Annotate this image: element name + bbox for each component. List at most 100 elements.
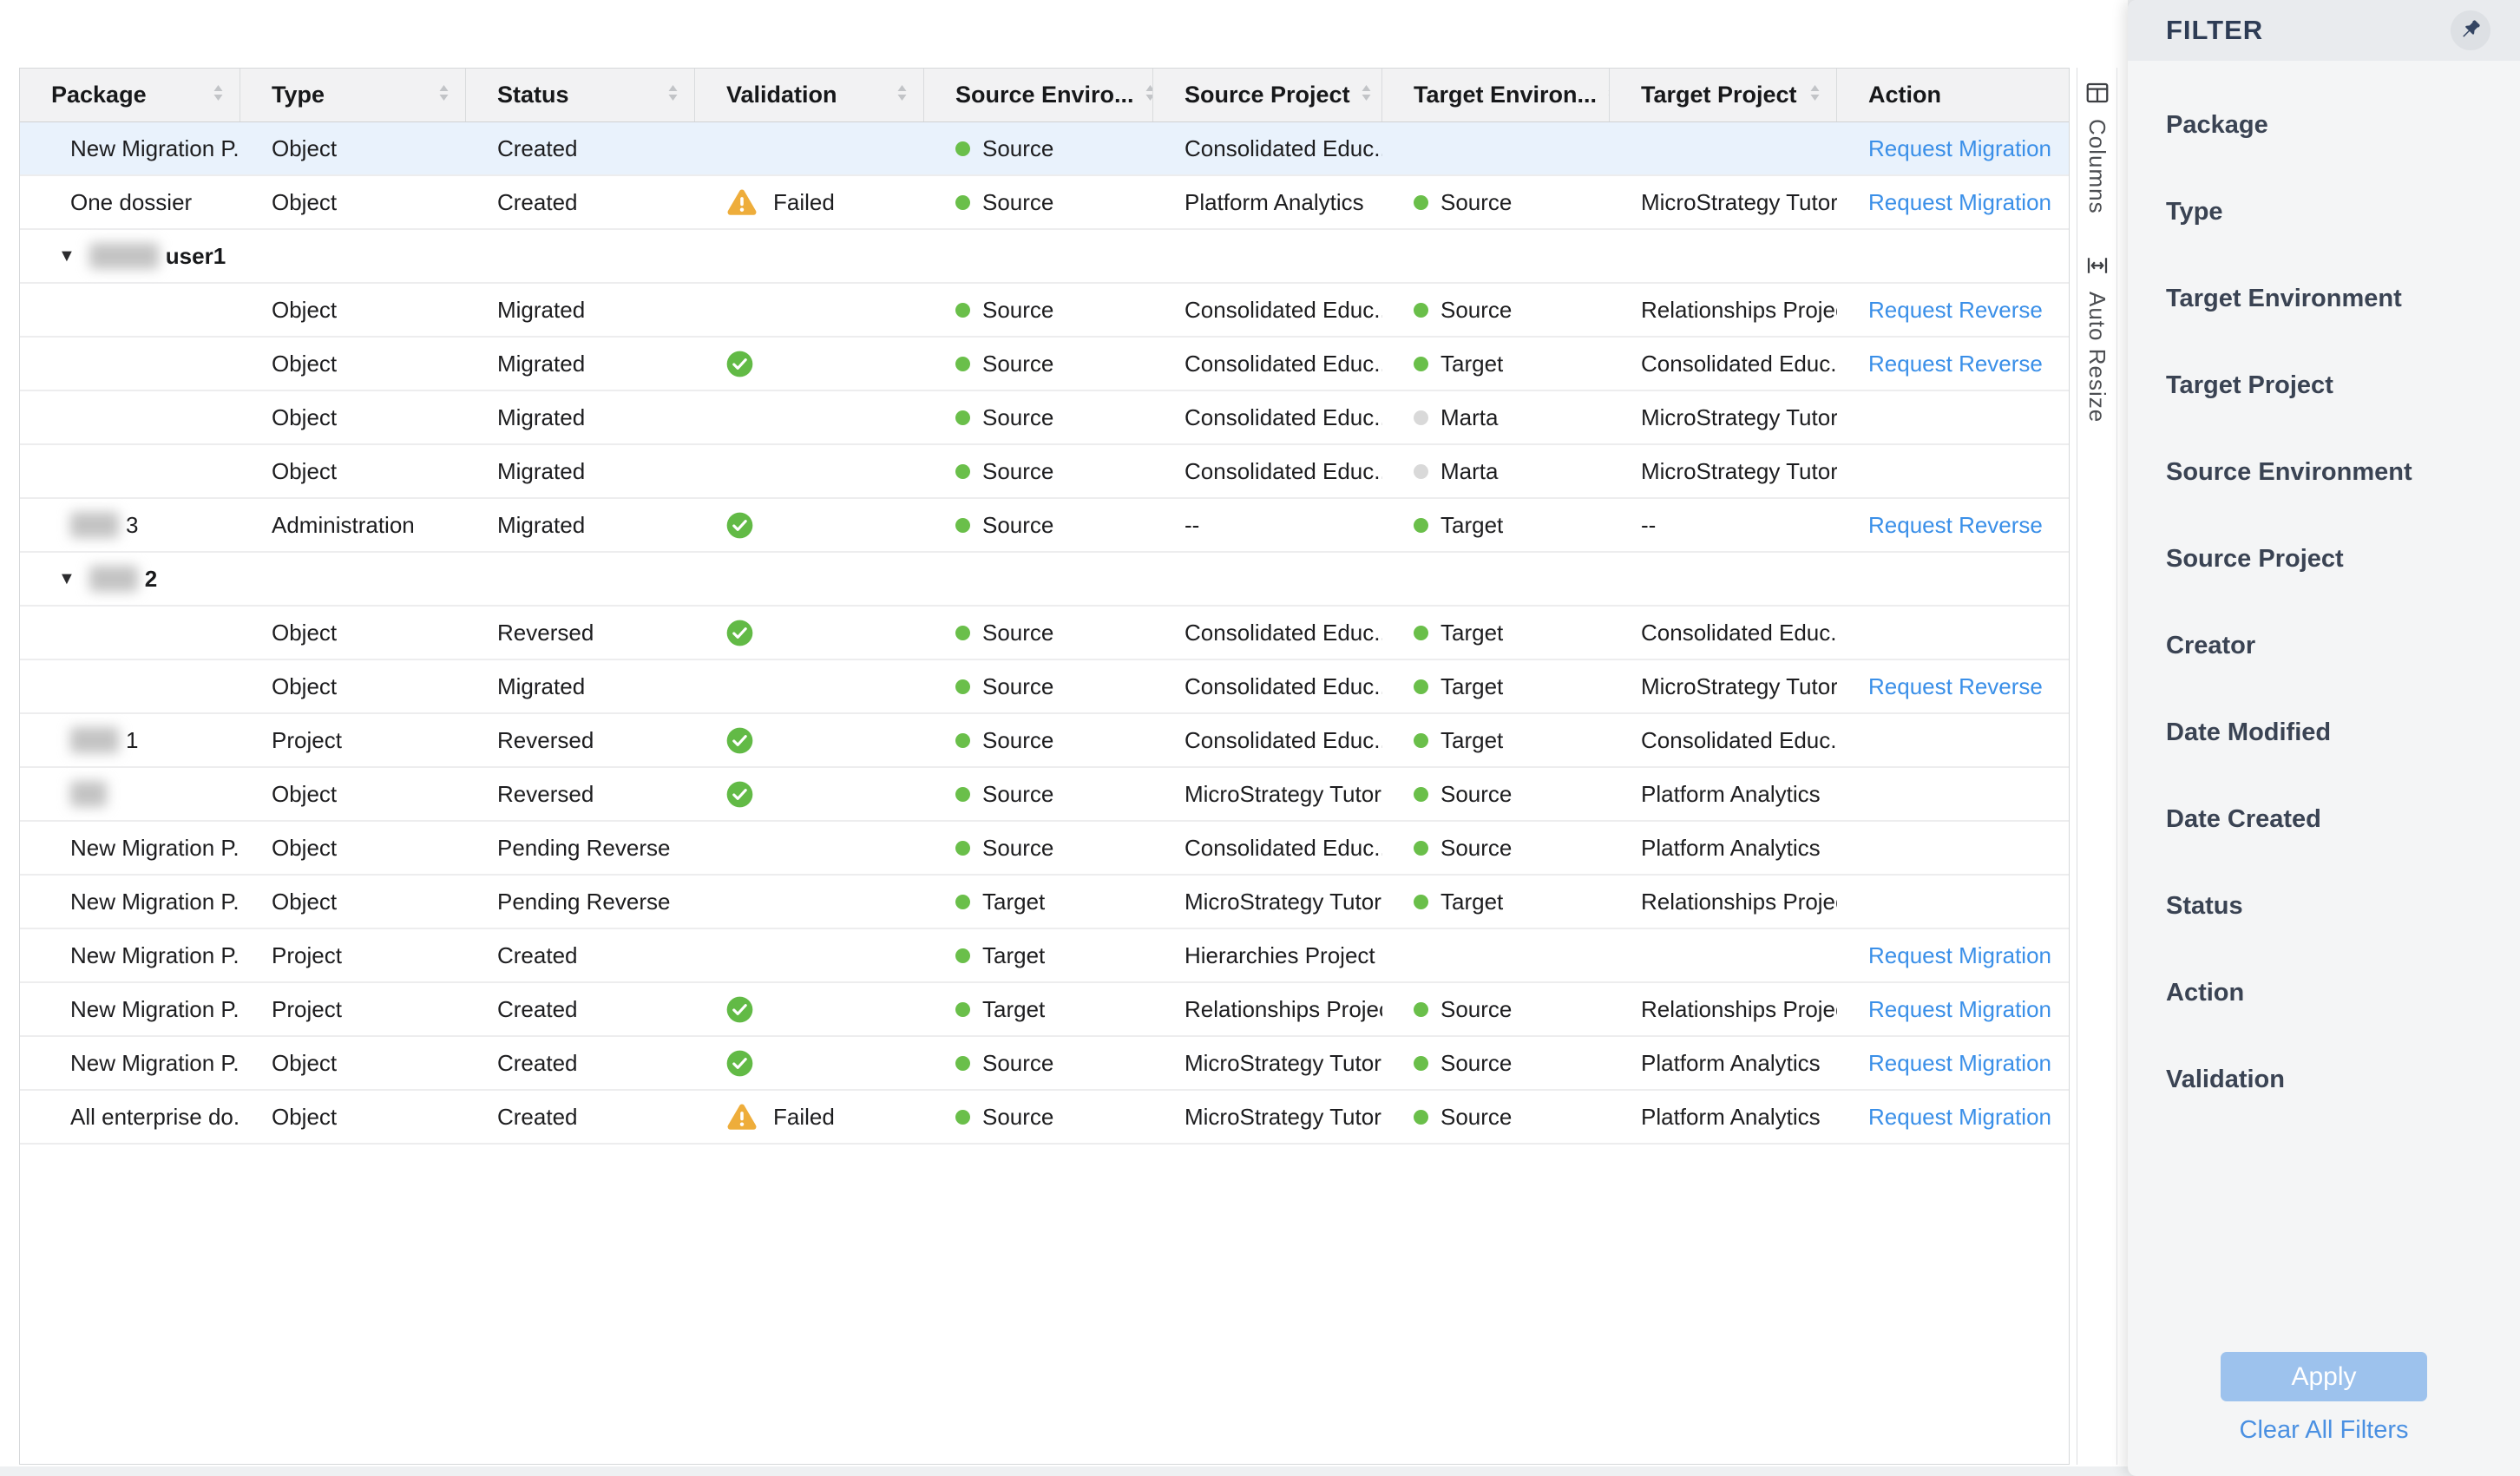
cell-target-environment: Marta (1382, 445, 1610, 497)
table-row[interactable]: 3AdministrationMigrated Source--Target--… (20, 499, 2069, 553)
columns-tab[interactable]: Columns (2084, 80, 2110, 214)
request-migration-link[interactable]: Request Migration (1868, 996, 2051, 1023)
validation-passed-icon (726, 512, 753, 539)
sort-icon[interactable] (1359, 82, 1374, 108)
cell-validation (695, 499, 924, 551)
request-migration-link[interactable]: Request Migration (1868, 189, 2051, 216)
sort-icon[interactable] (436, 82, 451, 108)
source-environment-label: Source (982, 404, 1053, 431)
filter-item-target-environment[interactable]: Target Environment (2166, 285, 2482, 371)
table-row[interactable]: New Migration P...ObjectCreatedSourceCon… (20, 122, 2069, 176)
sort-icon[interactable] (666, 82, 680, 108)
filter-item-creator[interactable]: Creator (2166, 632, 2482, 718)
column-header-target-environment[interactable]: Target Environ... (1382, 69, 1610, 121)
clear-all-filters-link[interactable]: Clear All Filters (2128, 1416, 2520, 1445)
cell-status: Reversed (466, 768, 695, 820)
column-header-label: Source Enviro... (955, 82, 1134, 108)
table-row[interactable]: ObjectMigratedSourceConsolidated Educ...… (20, 284, 2069, 338)
table-row[interactable]: ObjectMigratedSourceConsolidated Educ...… (20, 660, 2069, 714)
source-environment-label: Source (982, 189, 1053, 216)
group-row[interactable]: ▼2 (20, 553, 2069, 607)
filter-item-status[interactable]: Status (2166, 892, 2482, 979)
table-row[interactable]: ObjectReversed SourceMicroStrategy Tutor… (20, 768, 2069, 822)
cell-target-environment: Source (1382, 768, 1610, 820)
table-row[interactable]: ObjectMigratedSourceConsolidated Educ...… (20, 445, 2069, 499)
source-environment-dot (955, 1110, 970, 1125)
cell-type: Object (240, 445, 466, 497)
target-environment-label: Source (1440, 1104, 1512, 1131)
filter-item-target-project[interactable]: Target Project (2166, 371, 2482, 458)
table-row[interactable]: ObjectMigratedSourceConsolidated Educ...… (20, 391, 2069, 445)
sort-icon[interactable] (1143, 82, 1153, 108)
request-migration-link[interactable]: Request Migration (1868, 942, 2051, 969)
column-header-validation[interactable]: Validation (695, 69, 924, 121)
column-header-action[interactable]: Action (1837, 69, 2069, 121)
cell-status: Pending Reverse (466, 822, 695, 874)
auto-resize-tab[interactable]: Auto Resize (2084, 253, 2110, 423)
request-reverse-link[interactable]: Request Reverse (1868, 512, 2043, 539)
table-row[interactable]: ObjectMigrated SourceConsolidated Educ..… (20, 338, 2069, 391)
source-environment-dot (955, 1002, 970, 1017)
filter-item-date-modified[interactable]: Date Modified (2166, 718, 2482, 805)
cell-source-environment: Source (924, 660, 1153, 712)
column-header-status[interactable]: Status (466, 69, 695, 121)
sort-icon[interactable] (895, 82, 909, 108)
pin-button[interactable] (2451, 10, 2490, 50)
target-environment-dot (1414, 464, 1428, 479)
request-reverse-link[interactable]: Request Reverse (1868, 351, 2043, 377)
cell-package (20, 768, 240, 820)
filter-item-date-created[interactable]: Date Created (2166, 805, 2482, 892)
cell-type: Object (240, 607, 466, 659)
target-environment-dot (1414, 195, 1428, 210)
filter-item-source-project[interactable]: Source Project (2166, 545, 2482, 632)
request-migration-link[interactable]: Request Migration (1868, 135, 2051, 162)
table-row[interactable]: ObjectReversed SourceConsolidated Educ..… (20, 607, 2069, 660)
table-row[interactable]: 1ProjectReversed SourceConsolidated Educ… (20, 714, 2069, 768)
cell-target-project: Relationships Project (1610, 983, 1837, 1035)
validation-passed-icon (726, 620, 753, 646)
cell-package (20, 338, 240, 390)
column-header-target-project[interactable]: Target Project (1610, 69, 1837, 121)
target-environment-label: Target (1440, 889, 1503, 915)
filter-item-source-environment[interactable]: Source Environment (2166, 458, 2482, 545)
column-header-source-environment[interactable]: Source Enviro... (924, 69, 1153, 121)
package-name: New Migration P... (70, 1050, 240, 1077)
request-reverse-link[interactable]: Request Reverse (1868, 297, 2043, 324)
request-migration-link[interactable]: Request Migration (1868, 1050, 2051, 1077)
table-row[interactable]: New Migration P...ObjectPending ReverseS… (20, 822, 2069, 876)
validation-label: Failed (773, 189, 835, 216)
cell-source-project: Consolidated Educ... (1153, 122, 1382, 174)
column-header-package[interactable]: Package (20, 69, 240, 121)
group-row[interactable]: ▼user1 (20, 230, 2069, 284)
cell-action (1837, 714, 2069, 766)
table-row[interactable]: New Migration P...ObjectCreated SourceMi… (20, 1037, 2069, 1091)
apply-button[interactable]: Apply (2221, 1352, 2427, 1401)
table-row[interactable]: New Migration P...ObjectPending ReverseT… (20, 876, 2069, 929)
request-reverse-link[interactable]: Request Reverse (1868, 673, 2043, 700)
sort-icon[interactable] (1808, 82, 1822, 108)
filter-item-action[interactable]: Action (2166, 979, 2482, 1066)
cell-source-project: MicroStrategy Tutorial (1153, 768, 1382, 820)
filter-item-package[interactable]: Package (2166, 111, 2482, 198)
sort-icon[interactable] (211, 82, 226, 108)
table-row[interactable]: One dossierObjectCreated FailedSourcePla… (20, 176, 2069, 230)
source-environment-dot (955, 195, 970, 210)
table-row[interactable]: New Migration P...ProjectCreated TargetR… (20, 983, 2069, 1037)
source-environment-dot (955, 141, 970, 156)
column-header-type[interactable]: Type (240, 69, 466, 121)
cell-type: Project (240, 983, 466, 1035)
cell-status: Reversed (466, 607, 695, 659)
table-row[interactable]: All enterprise do...ObjectCreated Failed… (20, 1091, 2069, 1145)
collapse-caret-icon[interactable]: ▼ (58, 246, 75, 266)
cell-source-environment: Source (924, 1037, 1153, 1089)
request-migration-link[interactable]: Request Migration (1868, 1104, 2051, 1131)
column-header-source-project[interactable]: Source Project (1153, 69, 1382, 121)
cell-source-environment: Source (924, 768, 1153, 820)
filter-item-validation[interactable]: Validation (2166, 1066, 2482, 1152)
filter-item-type[interactable]: Type (2166, 198, 2482, 285)
package-name: New Migration P... (70, 835, 240, 862)
collapse-caret-icon[interactable]: ▼ (58, 569, 75, 589)
cell-status: Created (466, 1037, 695, 1089)
table-row[interactable]: New Migration P...ProjectCreatedTargetHi… (20, 929, 2069, 983)
cell-type: Object (240, 1091, 466, 1143)
